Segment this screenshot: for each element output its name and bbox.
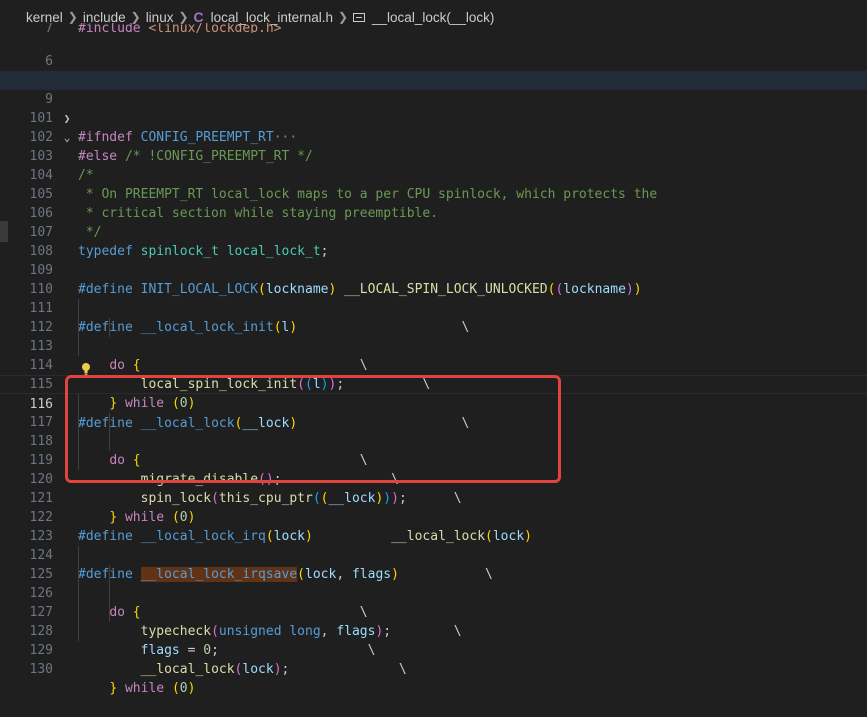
code-line[interactable]: 6 #include <linux/percpu-defs.h> — [0, 33, 867, 88]
chevron-right-icon: ❯ — [178, 10, 189, 24]
code-line[interactable]: 114 } while (0) — [0, 337, 867, 411]
code-line[interactable]: 107 typedef spinlock_t local_lock_t; — [0, 204, 867, 259]
code-line[interactable]: 106 */ — [0, 185, 867, 240]
code-line[interactable]: 122 #define __local_lock_irq(lock) __loc… — [0, 489, 867, 544]
code-editor[interactable]: 7 #include <linux/lockdep.h> 6 #include … — [0, 23, 867, 696]
code-line[interactable]: 115 — [0, 356, 867, 392]
code-line[interactable]: 129 } while (0) — [0, 622, 867, 696]
code-line[interactable]: 112 do { \ — [0, 299, 867, 373]
symbol-icon — [353, 12, 366, 22]
code-line[interactable]: 102 — [0, 109, 867, 145]
code-line[interactable]: 113 local_spin_lock_init((l)); \ — [0, 318, 867, 392]
code-line[interactable]: 103 /* — [0, 128, 867, 183]
highlight-box — [65, 375, 561, 483]
chevron-right-icon: ❯ — [67, 10, 78, 24]
code-line[interactable]: 109 #define INIT_LOCAL_LOCK(lockname) __… — [0, 242, 867, 297]
code-line[interactable]: 101 ⌄ #else /* !CONFIG_PREEMPT_RT */ — [0, 90, 867, 164]
code-line[interactable]: 125 do { \ — [0, 546, 867, 620]
code-line[interactable]: 108 — [0, 223, 867, 259]
chevron-right-icon: ❯ — [130, 10, 141, 24]
code-line[interactable]: 123 — [0, 508, 867, 544]
line-code: #include <linux/lockdep.h> — [78, 23, 282, 33]
line-code: } while (0) — [109, 681, 196, 696]
code-line[interactable]: 111 #define __local_lock_init(l) \ — [0, 280, 867, 335]
line-number: 7 — [45, 23, 53, 33]
code-line[interactable]: 128 __local_lock(lock); \ — [0, 603, 867, 677]
code-line[interactable]: 104 * On PREEMPT_RT local_lock maps to a… — [0, 147, 867, 202]
code-line[interactable]: 126 typecheck(unsigned long, flags); \ — [0, 565, 867, 639]
code-line[interactable]: 127 flags = 0; \ — [0, 584, 867, 658]
code-line[interactable]: 7 #include <linux/lockdep.h> — [0, 23, 867, 33]
chevron-right-icon: ❯ — [337, 10, 349, 24]
code-line[interactable]: 8 — [0, 52, 867, 88]
lightbulb-icon[interactable] — [81, 362, 91, 376]
code-line[interactable]: 105 * critical section while staying pre… — [0, 166, 867, 221]
code-line-folded[interactable]: 9 ❯ #ifndef CONFIG_PREEMPT_RT··· — [0, 71, 867, 145]
code-line[interactable]: 110 — [0, 261, 867, 297]
code-line[interactable]: 124 #define __local_lock_irqsave(lock, f… — [0, 527, 867, 582]
code-line[interactable]: 130 — [0, 641, 867, 677]
